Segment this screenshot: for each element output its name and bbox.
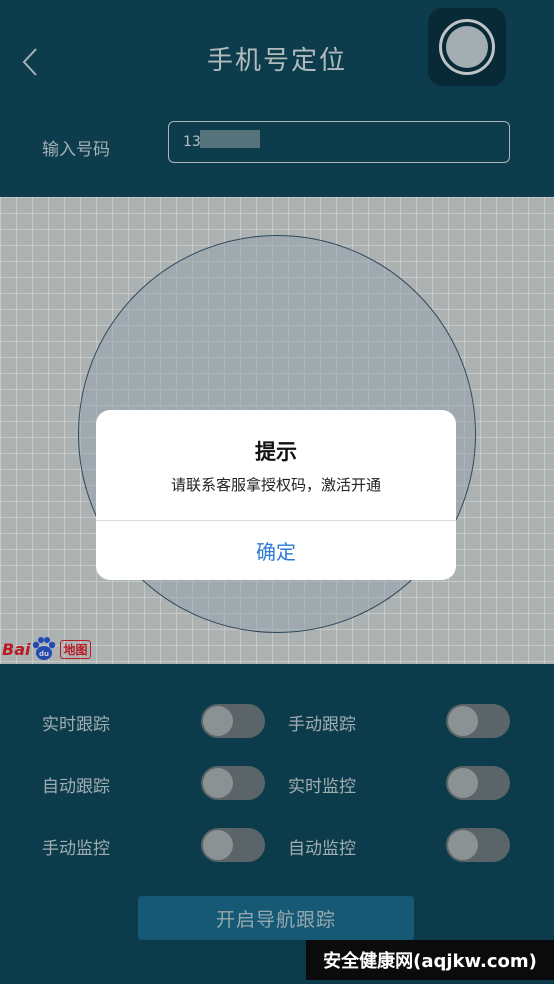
dialog-message: 请联系客服拿授权码，激活开通 (170, 476, 381, 494)
dialog-confirm-button[interactable]: 确定 (96, 521, 456, 580)
site-watermark: 安全健康网(aqjkw.com) (306, 940, 554, 980)
dialog-title: 提示 (255, 440, 297, 464)
alert-dialog: 提示 请联系客服拿授权码，激活开通 确定 (96, 410, 456, 580)
